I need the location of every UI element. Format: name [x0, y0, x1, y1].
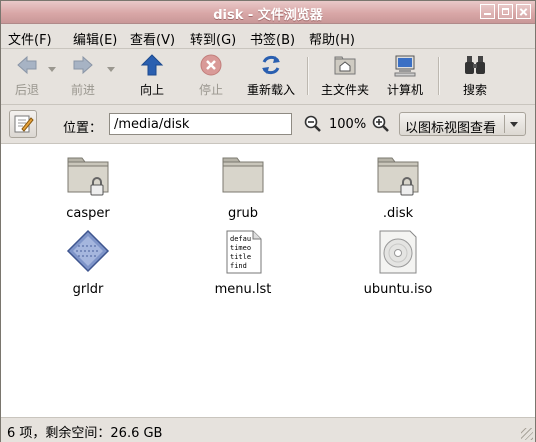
computer-icon	[393, 53, 417, 77]
stop-icon	[199, 53, 223, 77]
title-bar[interactable]: disk - 文件浏览器	[1, 1, 535, 24]
file-name: ubuntu.iso	[363, 282, 433, 297]
preview-line: defau	[230, 235, 251, 243]
file-item-casper[interactable]: casper	[33, 152, 143, 221]
maximize-button[interactable]	[498, 4, 513, 19]
chevron-down-icon	[510, 122, 518, 127]
close-button[interactable]	[516, 4, 531, 19]
disc-image-icon	[374, 228, 422, 276]
stop-label: 停止	[198, 83, 223, 97]
file-browser-window: disk - 文件浏览器 文件(F) 编辑(E) 查看(V) 转到(G) 书签(…	[0, 0, 536, 442]
preview-line: find	[230, 262, 247, 270]
reload-button[interactable]: 重新载入	[243, 53, 299, 98]
file-item-grub[interactable]: grub	[188, 152, 298, 221]
forward-button[interactable]: 前进	[65, 53, 101, 98]
location-input[interactable]	[109, 113, 292, 135]
file-name: grub	[227, 206, 259, 221]
menu-bar: 文件(F) 编辑(E) 查看(V) 转到(G) 书签(B) 帮助(H)	[1, 24, 535, 49]
preview-line: timeo	[230, 244, 251, 252]
file-item-menu-lst[interactable]: defau timeo title find menu.lst	[188, 228, 298, 297]
folder-locked-icon	[374, 152, 422, 200]
window-controls	[480, 4, 531, 19]
view-mode-label: 以图标视图查看	[405, 121, 497, 136]
search-button[interactable]: 搜索	[457, 53, 493, 98]
zoom-in-button[interactable]	[372, 115, 390, 136]
home-label: 主文件夹	[320, 83, 369, 97]
toolbar-separator	[307, 57, 309, 95]
binary-file-icon	[64, 228, 112, 276]
status-text: 6 项，剩余空间：26.6 GB	[7, 426, 163, 441]
location-bar: 位置： 100% 以图标视图查看	[1, 105, 535, 144]
menu-file[interactable]: 文件(F)	[8, 29, 52, 48]
computer-button[interactable]: 计算机	[381, 53, 429, 98]
binoculars-icon	[463, 53, 487, 77]
toggle-location-entry-button[interactable]	[9, 110, 37, 138]
menu-view[interactable]: 查看(V)	[130, 29, 175, 48]
back-history-dropdown-icon[interactable]	[48, 67, 56, 72]
preview-line: title	[230, 253, 251, 261]
location-label: 位置：	[63, 121, 103, 136]
stop-button[interactable]: 停止	[193, 53, 229, 98]
forward-label: 前进	[70, 83, 95, 97]
file-item-disk[interactable]: .disk	[343, 152, 453, 221]
file-name: .disk	[382, 206, 414, 221]
computer-label: 计算机	[386, 83, 423, 97]
view-mode-select[interactable]: 以图标视图查看	[399, 112, 526, 136]
toolbar-separator	[438, 57, 440, 95]
up-arrow-icon	[140, 53, 164, 77]
file-item-grldr[interactable]: grldr	[33, 228, 143, 297]
menu-edit[interactable]: 编辑(E)	[73, 29, 117, 48]
text-file-icon: defau timeo title find	[219, 228, 267, 276]
edit-note-icon	[14, 115, 34, 133]
status-bar: 6 项，剩余空间：26.6 GB	[1, 417, 535, 442]
reload-icon	[259, 53, 283, 77]
window-title: disk - 文件浏览器	[213, 8, 323, 23]
home-folder-icon	[333, 53, 357, 77]
file-name: grldr	[72, 282, 104, 297]
search-label: 搜索	[462, 83, 487, 97]
menu-go[interactable]: 转到(G)	[190, 29, 236, 48]
home-button[interactable]: 主文件夹	[317, 53, 373, 98]
forward-arrow-icon	[71, 53, 95, 77]
up-button[interactable]: 向上	[134, 53, 170, 98]
file-item-ubuntu-iso[interactable]: ubuntu.iso	[343, 228, 453, 297]
file-name: casper	[66, 206, 110, 221]
folder-locked-icon	[64, 152, 112, 200]
resize-grip-icon[interactable]	[521, 428, 533, 440]
zoom-out-button[interactable]	[304, 115, 322, 136]
file-name: menu.lst	[214, 282, 272, 297]
back-arrow-icon	[15, 53, 39, 77]
zoom-in-icon	[372, 115, 389, 132]
menu-help[interactable]: 帮助(H)	[309, 29, 355, 48]
minimize-button[interactable]	[480, 4, 495, 19]
toolbar: 后退 前进 向上 停止 重新载入 主文件夹 计算机 搜索	[1, 49, 535, 105]
menu-bookmarks[interactable]: 书签(B)	[250, 29, 295, 48]
reload-label: 重新载入	[246, 83, 295, 97]
forward-history-dropdown-icon[interactable]	[107, 67, 115, 72]
zoom-level: 100%	[329, 117, 367, 132]
up-label: 向上	[139, 83, 164, 97]
back-label: 后退	[14, 83, 39, 97]
back-button[interactable]: 后退	[9, 53, 45, 98]
zoom-out-icon	[304, 115, 321, 132]
file-view-area[interactable]: casper grub .disk grldr defau timeo titl…	[1, 144, 535, 417]
folder-icon	[219, 152, 267, 200]
